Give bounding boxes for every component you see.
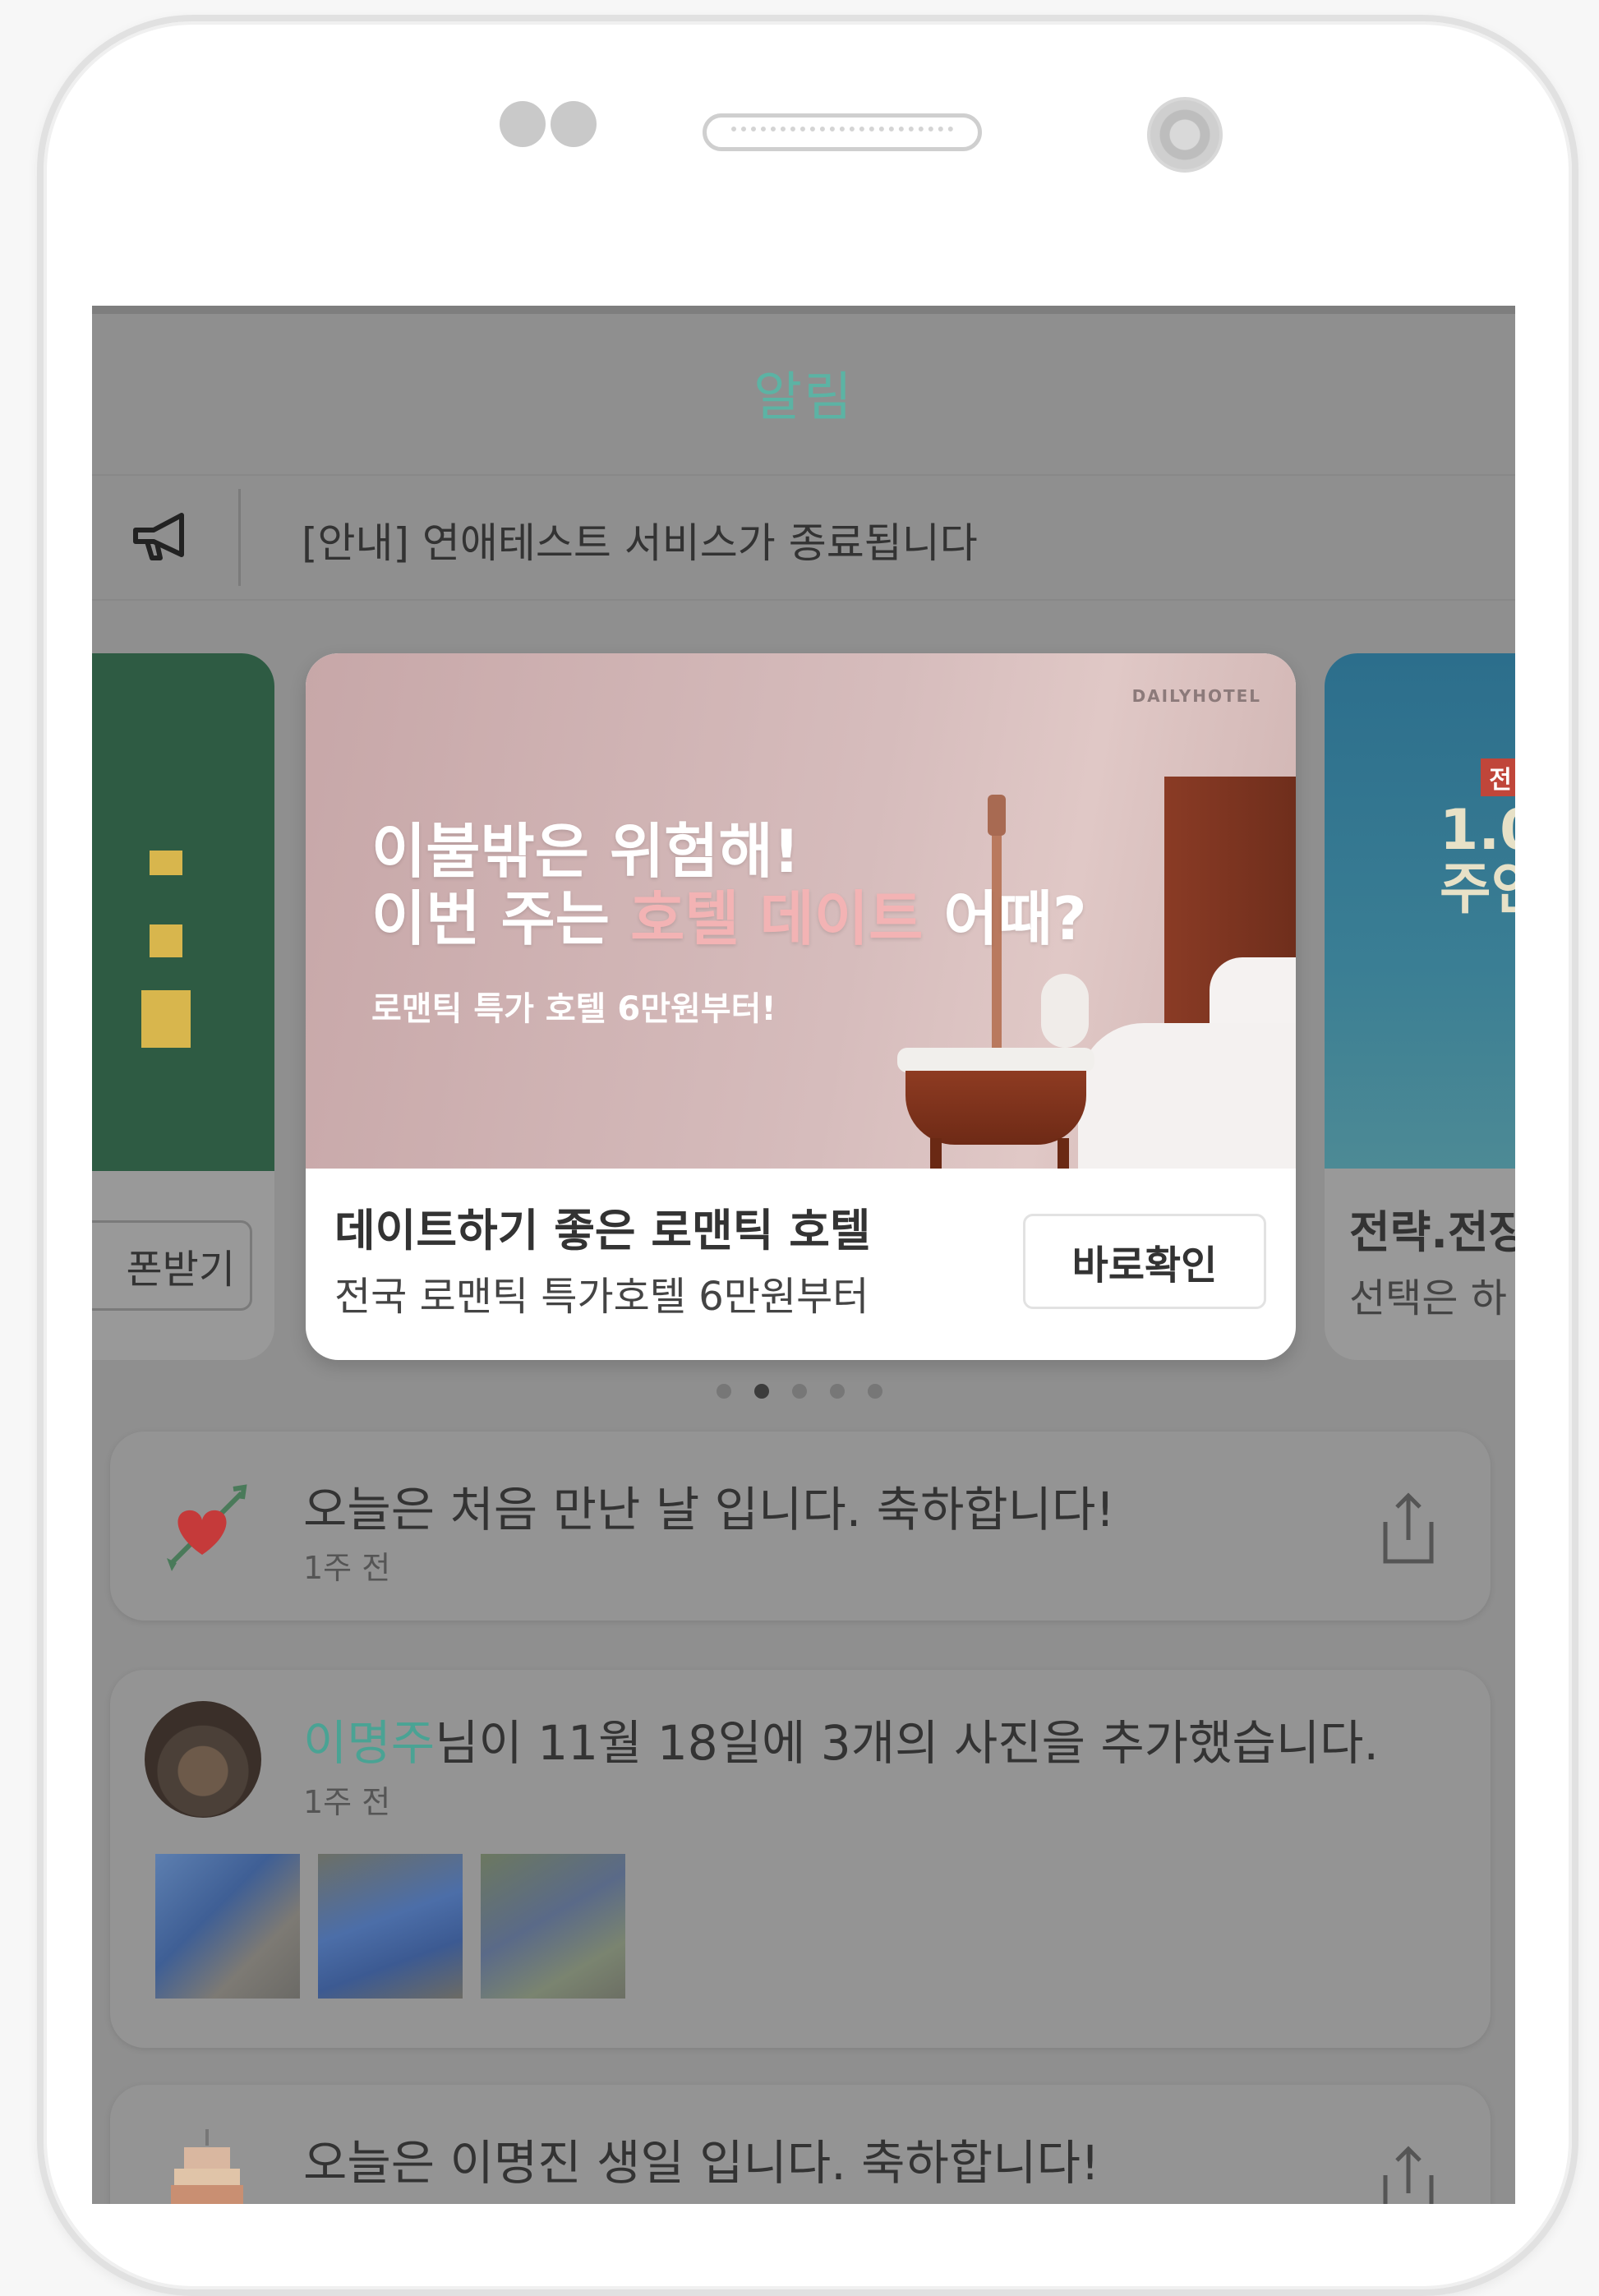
photo-thumbnail[interactable] <box>481 1854 625 1999</box>
banner-subline: 로맨틱 특가 호텔 6만원부터! <box>371 990 776 1028</box>
banner-tag: 전 <box>1481 758 1515 796</box>
page-dot-active[interactable] <box>754 1384 769 1399</box>
hotel-banner-image: DAILYHOTEL 이불밖은 위험해! 이번 주는 호텔 데이트 어때? 로맨… <box>306 653 1296 1169</box>
game-banner-image: 전 1.0 주인 <box>1325 653 1515 1169</box>
user-name[interactable]: 이명주 <box>303 1715 435 1771</box>
feed-text: 오늘은 처음 만난 날 입니다. 축하합니다! <box>303 1482 1115 1538</box>
page-dot[interactable] <box>868 1384 882 1399</box>
feed-time: 1주 전 <box>303 1550 391 1586</box>
card-description: 전국 로맨틱 특가호텔 6만원부터 <box>334 1274 869 1320</box>
brand-logo: DAILYHOTEL <box>1131 686 1261 706</box>
sensor-dot <box>551 101 597 147</box>
avatar[interactable] <box>145 1701 261 1818</box>
card-description: 선택은 하 <box>1349 1275 1507 1321</box>
feed-item[interactable]: 오늘은 이명진 생일 입니다. 축하합니다! 2주 전 <box>110 2085 1491 2204</box>
sensor-dot <box>500 101 546 147</box>
speaker-grille <box>703 113 982 151</box>
banner-big-text: 1.0 주인 <box>1440 798 1515 922</box>
carousel-card-prev[interactable]: 폰받기 <box>92 653 274 1360</box>
feed-time: 1주 전 <box>303 1784 391 1820</box>
heart-arrow-icon <box>167 1484 247 1571</box>
carousel-card-next[interactable]: 전 1.0 주인 전략.전장 선택은 하 <box>1325 653 1515 1360</box>
feed-time: 2주 전 <box>303 2196 390 2204</box>
megaphone-icon <box>133 513 184 560</box>
carousel-pagination <box>717 1384 882 1399</box>
feed-text: 이명주님이 11월 18일에 3개의 사진을 추가했습니다. <box>303 1715 1379 1771</box>
app-screen: 알림 [안내] 연애테스트 서비스가 종료됩니다 폰받기 DAILYHOTEL … <box>92 306 1515 2204</box>
page-dot[interactable] <box>717 1384 731 1399</box>
banner-headline: 이불밖은 위험해! 이번 주는 호텔 데이트 어때? <box>371 817 1087 953</box>
feed-text: 오늘은 이명진 생일 입니다. 축하합니다! <box>303 2135 1100 2191</box>
notice-divider <box>238 489 241 586</box>
share-icon[interactable] <box>1376 2142 1441 2204</box>
share-icon[interactable] <box>1376 1489 1441 1568</box>
coupon-button[interactable]: 폰받기 <box>92 1220 252 1311</box>
check-now-button[interactable]: 바로확인 <box>1023 1214 1266 1309</box>
page-dot[interactable] <box>830 1384 845 1399</box>
feed-item[interactable]: 오늘은 처음 만난 날 입니다. 축하합니다! 1주 전 <box>110 1432 1491 1621</box>
card-image <box>92 653 274 1171</box>
card-title: 데이트하기 좋은 로맨틱 호텔 <box>334 1205 871 1256</box>
front-camera <box>1147 97 1223 173</box>
photo-thumbnail[interactable] <box>318 1854 463 1999</box>
feed-item[interactable]: 이명주님이 11월 18일에 3개의 사진을 추가했습니다. 1주 전 <box>110 1670 1491 2048</box>
carousel-card-active[interactable]: DAILYHOTEL 이불밖은 위험해! 이번 주는 호텔 데이트 어때? 로맨… <box>306 653 1296 1360</box>
photo-thumbnail[interactable] <box>155 1854 300 1999</box>
notice-bar[interactable]: [안내] 연애테스트 서비스가 종료됩니다 <box>92 474 1515 601</box>
page-title: 알림 <box>753 367 854 428</box>
cake-icon <box>171 2129 243 2204</box>
notice-text: [안내] 연애테스트 서비스가 종료됩니다 <box>302 519 978 567</box>
card-title: 전략.전장 <box>1349 1206 1515 1258</box>
page-dot[interactable] <box>792 1384 807 1399</box>
